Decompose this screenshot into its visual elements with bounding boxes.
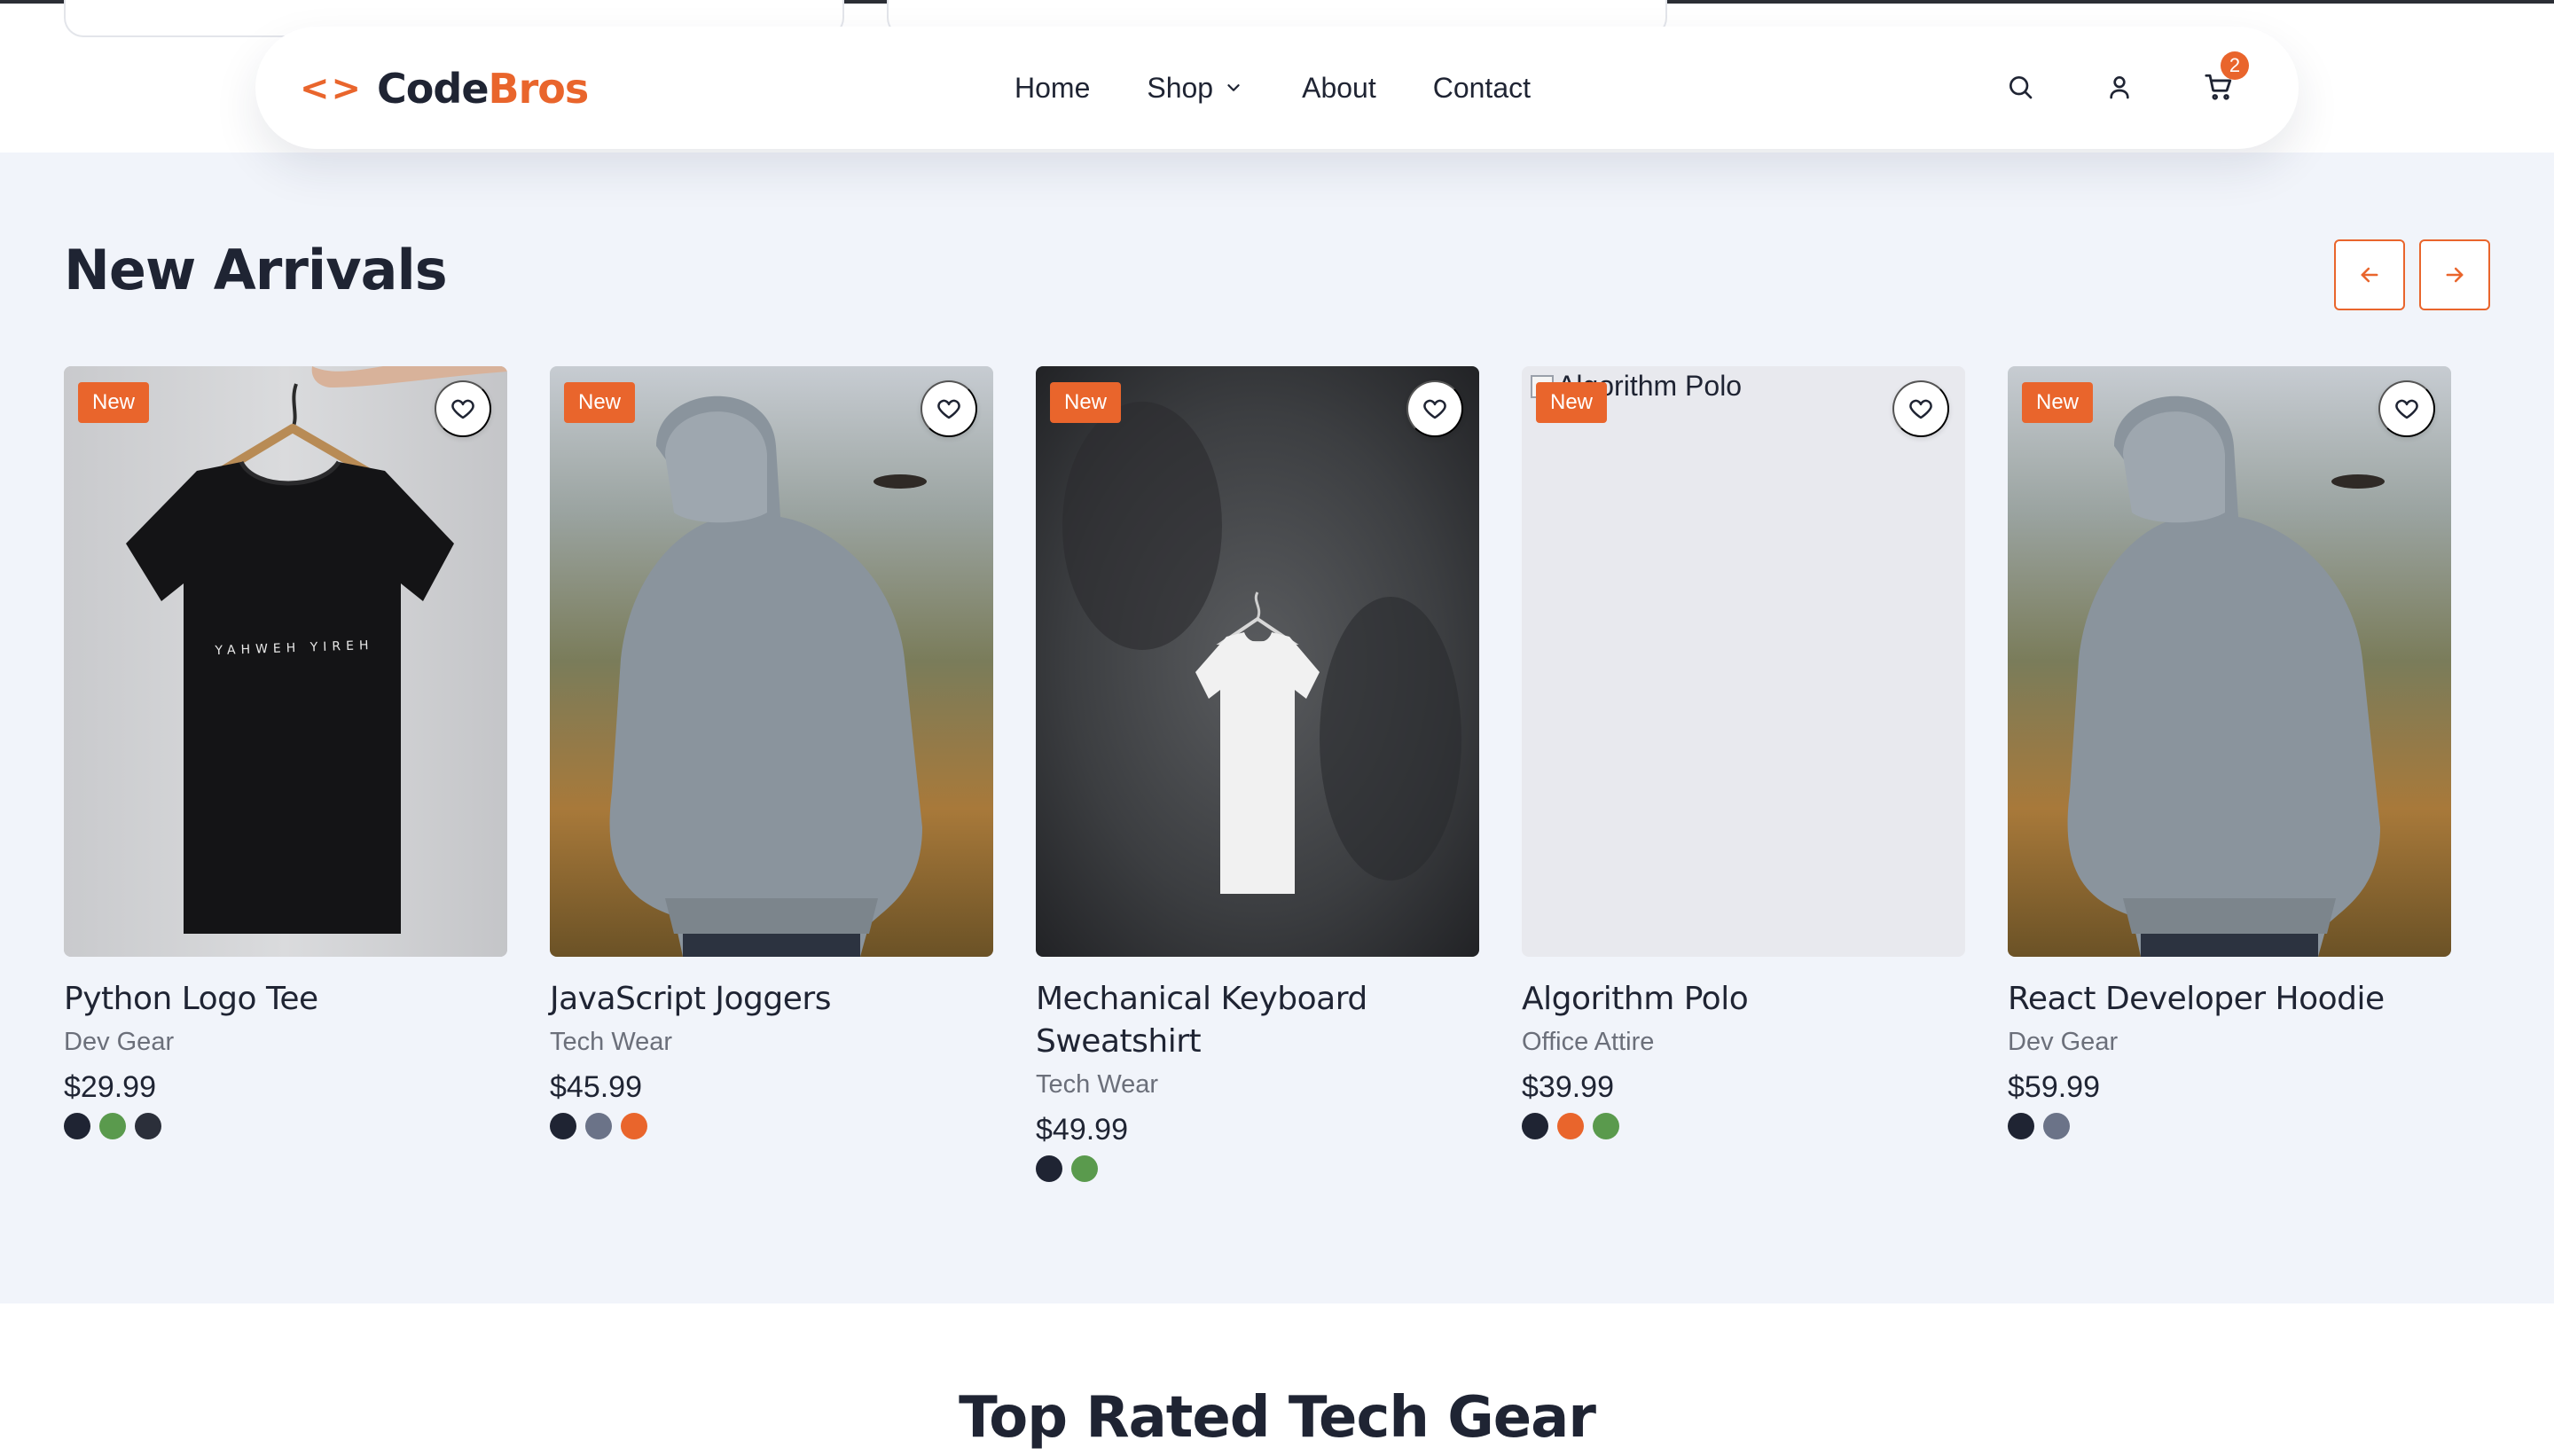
product-price: $45.99 — [550, 1070, 642, 1104]
cart-count-badge: 2 — [2221, 51, 2249, 80]
arrow-left-icon — [2357, 262, 2382, 287]
product-name[interactable]: Python Logo Tee — [64, 978, 507, 1021]
logo-name-accent: Bros — [488, 65, 590, 113]
new-badge: New — [78, 382, 150, 423]
top-rated-section-title: Top Rated Tech Gear — [959, 1385, 1596, 1451]
heart-icon — [2393, 395, 2420, 422]
nav-links: Home Shop About Contact — [1015, 66, 1531, 110]
color-swatch[interactable] — [1071, 1155, 1098, 1182]
color-swatch[interactable] — [1593, 1113, 1619, 1139]
cart-button[interactable]: 2 — [2201, 51, 2249, 105]
color-swatch[interactable] — [585, 1113, 612, 1139]
product-image-graphic — [1036, 366, 1479, 957]
product-image-graphic — [550, 366, 993, 957]
new-badge: New — [1536, 382, 1608, 423]
product-image[interactable]: Algorithm Polo New — [1522, 366, 1965, 957]
color-swatch[interactable] — [2008, 1113, 2034, 1139]
logo-name-primary: Code — [377, 65, 489, 113]
color-swatches — [2008, 1113, 2451, 1139]
user-icon[interactable] — [2102, 69, 2137, 105]
wishlist-button[interactable] — [2378, 380, 2435, 437]
product-card[interactable]: New React Developer Hoodie Dev Gear $59.… — [2008, 366, 2451, 1139]
nav-link-about[interactable]: About — [1302, 72, 1376, 105]
carousel-prev-button[interactable] — [2334, 239, 2405, 310]
product-card[interactable]: New Mechanical Keyboard Sweatshirt Tech … — [1036, 366, 1479, 1182]
color-swatch[interactable] — [621, 1113, 647, 1139]
product-name[interactable]: Mechanical Keyboard Sweatshirt — [1036, 978, 1373, 1063]
new-badge: New — [1050, 382, 1122, 423]
search-icon[interactable] — [2002, 69, 2038, 105]
nav-link-shop[interactable]: Shop — [1147, 72, 1243, 105]
carousel-next-button[interactable] — [2419, 239, 2490, 310]
product-category: Tech Wear — [1036, 1070, 1159, 1099]
nav-link-home[interactable]: Home — [1015, 72, 1090, 105]
color-swatches — [550, 1113, 993, 1139]
color-swatches — [1036, 1155, 1479, 1182]
product-card[interactable]: YAHWEH YIREH New Python Logo Tee Dev Gea… — [64, 366, 507, 1139]
product-image[interactable]: New — [1036, 366, 1479, 957]
product-card[interactable]: New JavaScript Joggers Tech Wear $45.99 — [550, 366, 993, 1139]
color-swatch[interactable] — [1036, 1155, 1062, 1182]
color-swatch[interactable] — [1522, 1113, 1548, 1139]
color-swatch[interactable] — [550, 1113, 576, 1139]
product-name[interactable]: React Developer Hoodie — [2008, 978, 2451, 1021]
product-image-graphic — [2008, 366, 2451, 957]
arrow-right-icon — [2442, 262, 2467, 287]
navbar: <> Code Bros Home Shop About Contact 2 — [255, 27, 2299, 149]
product-image[interactable]: YAHWEH YIREH New — [64, 366, 507, 957]
color-swatch[interactable] — [64, 1113, 90, 1139]
color-swatch[interactable] — [99, 1113, 126, 1139]
product-category: Tech Wear — [550, 1028, 673, 1056]
product-name[interactable]: JavaScript Joggers — [550, 978, 993, 1021]
product-price: $39.99 — [1522, 1070, 1614, 1104]
product-category: Dev Gear — [2008, 1028, 2119, 1056]
new-badge: New — [2022, 382, 2094, 423]
color-swatch[interactable] — [1557, 1113, 1584, 1139]
logo[interactable]: <> Code Bros — [300, 62, 590, 115]
product-price: $29.99 — [64, 1070, 156, 1104]
product-name[interactable]: Algorithm Polo — [1522, 978, 1965, 1021]
section-title: New Arrivals — [64, 238, 448, 302]
heart-icon — [1908, 395, 1934, 422]
heart-icon — [450, 395, 476, 422]
wishlist-button[interactable] — [435, 380, 491, 437]
nav-link-contact[interactable]: Contact — [1433, 72, 1531, 105]
color-swatch[interactable] — [2043, 1113, 2070, 1139]
nav-link-shop-label: Shop — [1147, 71, 1214, 104]
heart-icon — [1422, 395, 1448, 422]
chevron-down-icon — [1224, 78, 1243, 98]
product-image[interactable]: New — [2008, 366, 2451, 957]
product-image-graphic — [64, 366, 507, 957]
product-category: Dev Gear — [64, 1028, 175, 1056]
color-swatches — [1522, 1113, 1965, 1139]
color-swatch[interactable] — [135, 1113, 161, 1139]
product-card[interactable]: Algorithm Polo New Algorithm Polo Office… — [1522, 366, 1965, 1139]
code-brackets-icon: <> — [300, 68, 364, 109]
product-price: $49.99 — [1036, 1113, 1128, 1147]
product-category: Office Attire — [1522, 1028, 1655, 1056]
product-image[interactable]: New — [550, 366, 993, 957]
product-price: $59.99 — [2008, 1070, 2100, 1104]
heart-icon — [936, 395, 962, 422]
wishlist-button[interactable] — [1406, 380, 1463, 437]
color-swatches — [64, 1113, 507, 1139]
wishlist-button[interactable] — [921, 380, 977, 437]
new-badge: New — [564, 382, 636, 423]
wishlist-button[interactable] — [1892, 380, 1949, 437]
